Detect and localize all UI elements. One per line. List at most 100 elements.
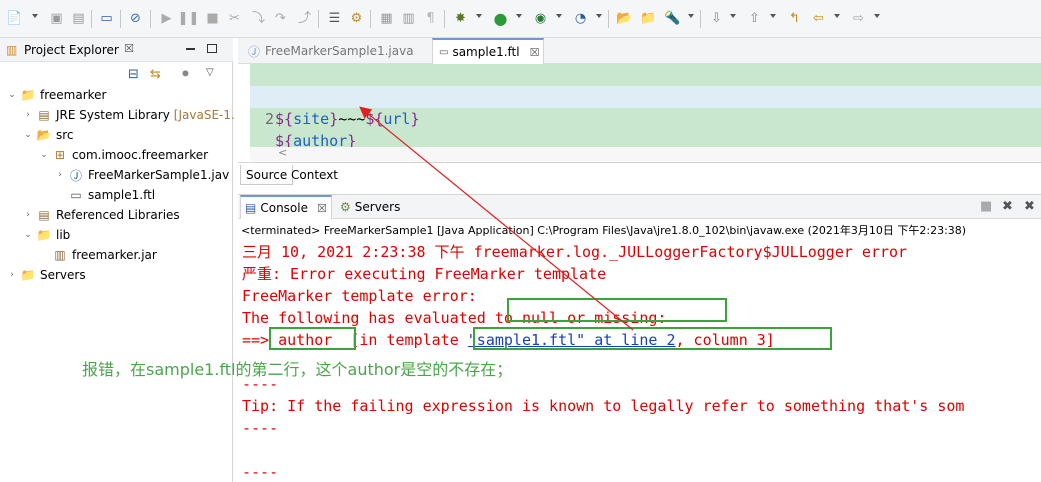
tree-item[interactable]: ▥ freemarker.jar [38,245,157,265]
chevron-right-icon[interactable]: › [22,110,34,120]
project-explorer-tab[interactable]: ▥ Project Explorer ☒ [0,38,233,62]
servers-icon: ⚙ [340,200,351,214]
tree-item[interactable]: ⌄ 📁 freemarker [6,85,106,105]
minimize-icon[interactable] [186,48,195,50]
tab-context[interactable]: Context [286,165,343,185]
collapse-all-icon[interactable]: ⊟ [128,67,139,82]
tab-label: FreeMarkerSample1.java [265,44,414,58]
tree-item-label: com.imooc.freemarker [72,148,209,162]
link-with-editor-icon[interactable]: ⇆ [150,67,161,82]
terminate-icon[interactable]: ■ [204,10,221,27]
java-file-icon: Ⓙ [69,168,82,183]
chevron-down-icon[interactable]: ⌄ [6,90,18,100]
code-token: ~~~ [338,110,366,128]
save-icon[interactable]: ▣ [48,10,65,27]
chevron-right-icon[interactable]: › [54,170,66,180]
chevron-right-icon[interactable]: › [6,270,18,280]
editor-tabs: Ⓙ FreeMarkerSample1.java ▭ sample1.ftl ☒ [238,38,1041,64]
tree-item[interactable]: ⌄ 📂 src [22,125,73,145]
open-folder-icon[interactable]: 📁 [640,10,657,27]
tab-sample1-ftl[interactable]: ▭ sample1.ftl ☒ [432,38,544,64]
tree-item[interactable]: › ▤ Referenced Libraries [22,205,180,225]
code-editor[interactable]: 1 ${site}~~~${url} 2 ${author} [250,64,1041,150]
tree-item[interactable]: › Ⓙ FreeMarkerSample1.jav [54,165,229,185]
save-all-icon[interactable]: ▤ [70,10,87,27]
tab-console[interactable]: ▤ Console ☒ [240,195,332,219]
chevron-down-icon[interactable] [596,14,602,18]
chevron-down-icon[interactable] [688,14,694,18]
back-icon[interactable]: ⇦ [810,10,827,27]
scroll-left-icon[interactable]: < [278,146,287,159]
use-step-filters-icon[interactable]: ⚙ [348,10,365,27]
tree-item-label: freemarker.jar [72,248,157,262]
tab-freemarkersample1-java[interactable]: Ⓙ FreeMarkerSample1.java [242,38,428,64]
build-icon[interactable]: ▥ [400,10,417,27]
last-edit-icon[interactable]: ↰ [786,10,803,27]
remove-all-icon[interactable]: ✖ [1024,199,1035,214]
debug-icon[interactable]: ✸ [452,10,469,27]
horizontal-scrollbar[interactable]: < [250,146,1041,161]
chevron-down-icon[interactable]: ⌄ [22,130,34,140]
run-icon[interactable]: ● [492,10,509,27]
tree-item[interactable]: › ▤ JRE System Library [JavaSE-1. [22,105,235,125]
chevron-right-icon[interactable]: › [22,210,34,220]
folder-icon: 📁 [20,268,36,282]
tree-item[interactable]: ⌄ ⊞ com.imooc.freemarker [38,145,208,165]
print-icon[interactable]: ▭ [98,10,115,27]
project-explorer: ▥ Project Explorer ☒ ⊟ ⇆ ⚫ ▽ ⌄ 📁 freemarke… [0,38,235,482]
tree-item[interactable]: ⌄ 📁 lib [22,225,70,245]
search-icon[interactable]: 🔦 [664,10,681,27]
step-over-icon[interactable]: ↷ [272,10,289,27]
chevron-down-icon[interactable] [770,14,776,18]
terminate-icon[interactable]: ■ [980,199,992,214]
line-number: 2 [264,110,274,128]
folder-icon: 📁 [36,228,52,242]
chevron-down-icon[interactable] [32,14,38,18]
new-icon[interactable]: 📄 [6,10,23,27]
console-icon: ▤ [245,201,257,215]
coverage-icon[interactable]: ◔ [572,10,589,27]
chevron-down-icon[interactable] [516,14,522,18]
forward-icon[interactable]: ⇨ [850,10,867,27]
next-annotation-icon[interactable]: ⇩ [708,10,725,27]
library-icon: ▤ [38,208,50,222]
chevron-down-icon[interactable] [730,14,736,18]
chevron-down-icon[interactable] [834,14,840,18]
close-icon[interactable]: ☒ [530,46,540,59]
filters-icon[interactable]: ⚫ [180,67,191,82]
step-into-icon[interactable]: ⤵ [250,10,267,27]
open-console-icon[interactable]: ▦ [378,10,395,27]
maximize-icon[interactable] [207,44,217,53]
tree-item-label: FreeMarkerSample1.jav [88,168,230,182]
tree-item[interactable]: ▭ sample1.ftl [54,185,155,205]
view-menu-icon[interactable]: ▽ [206,67,214,78]
suspend-icon[interactable]: ❚❚ [178,10,200,27]
skip-breakpoints-icon[interactable]: ⊘ [127,10,144,27]
chevron-down-icon[interactable] [874,14,880,18]
step-return-icon[interactable]: ⤴ [296,10,313,27]
code-token: } [329,110,339,128]
console-tabs: ▤ Console ☒ ⚙ Servers ■ ✖ ✖ [238,195,1041,219]
chevron-down-icon[interactable]: ⌄ [38,150,50,160]
console-line: ---- [242,419,279,437]
chevron-down-icon[interactable] [556,14,562,18]
tab-servers[interactable]: ⚙ Servers [338,195,400,219]
previous-annotation-icon[interactable]: ⇧ [746,10,763,27]
pilcrow-icon[interactable]: ¶ [422,10,439,27]
chevron-down-icon[interactable]: ⌄ [22,230,34,240]
remove-launch-icon[interactable]: ✖ [1002,199,1013,214]
package-icon: ⊞ [54,148,66,162]
project-icon: 📁 [20,88,36,102]
tree-item-label: lib [56,228,71,242]
run-external-icon[interactable]: ◉ [532,10,549,27]
ftl-file-icon: ▭ [70,188,82,202]
chevron-down-icon[interactable] [476,14,482,18]
open-type-icon[interactable]: 📂 [616,10,633,27]
resume-icon[interactable]: ▶ [158,10,175,27]
project-explorer-icon: ▥ [6,43,18,57]
drop-to-frame-icon[interactable]: ☰ [326,10,343,27]
tree-item[interactable]: › 📁 Servers [6,265,85,285]
close-icon[interactable]: ☒ [317,202,327,215]
close-icon[interactable]: ☒ [124,42,134,55]
disconnect-icon[interactable]: ✂ [226,10,243,27]
